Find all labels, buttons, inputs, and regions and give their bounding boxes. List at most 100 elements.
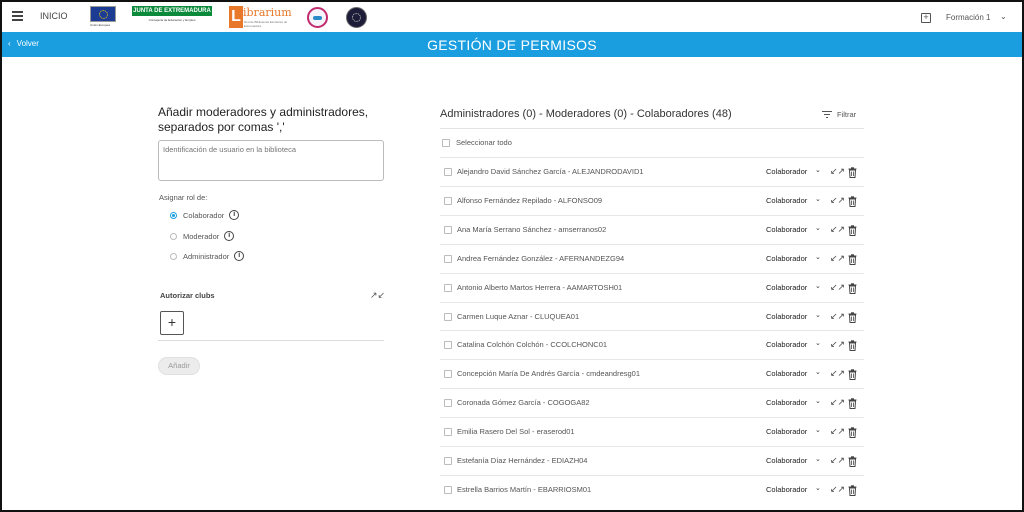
expand-icon[interactable]: ↙↗	[830, 484, 845, 495]
chevron-down-icon[interactable]: ⌄	[815, 339, 821, 347]
user-id-input[interactable]	[158, 140, 384, 181]
trash-icon[interactable]	[848, 425, 857, 439]
trash-icon[interactable]	[848, 310, 857, 323]
member-row: Andrea Fernández González - AFERNANDEZG9…	[440, 243, 864, 273]
member-role-select[interactable]: Colaborador	[766, 254, 807, 263]
member-role-select[interactable]: Colaborador	[766, 225, 807, 234]
trash-icon[interactable]	[848, 454, 857, 467]
member-checkbox[interactable]	[444, 283, 452, 292]
radio-colaborador[interactable]	[170, 211, 177, 219]
member-row: Ana María Serrano Sánchez - amserranos02…	[440, 214, 864, 244]
chevron-down-icon[interactable]: ⌄	[815, 426, 821, 434]
role-option-colaborador[interactable]: Colaborador i	[170, 210, 240, 220]
chevron-down-icon[interactable]: ⌄	[815, 397, 821, 405]
junta-extremadura-logo: JUNTA DE EXTREMADURA Consejería de Educa…	[132, 6, 212, 28]
trash-icon[interactable]	[848, 367, 857, 381]
trash-icon[interactable]	[848, 396, 857, 410]
member-row: Catalina Colchón Colchón - CCOLCHONC01 Co…	[440, 330, 864, 359]
member-name: Estefanía Díaz Hernández - EDIAZH04	[457, 456, 588, 465]
member-row: Alfonso Fernández Repilado - ALFONSO09 Co…	[440, 185, 864, 215]
role-label: Moderador	[183, 231, 220, 241]
member-checkbox[interactable]	[444, 457, 452, 465]
chevron-down-icon[interactable]: ⌄	[815, 253, 821, 261]
chevron-down-icon[interactable]: ⌄	[1000, 12, 1007, 21]
add-club-button[interactable]: +	[160, 311, 184, 335]
nav-inicio-link[interactable]: INICIO	[40, 11, 68, 21]
radio-moderador[interactable]	[170, 232, 177, 240]
member-checkbox[interactable]	[444, 312, 452, 321]
expand-icon[interactable]: ↙↗	[830, 426, 845, 437]
member-role-select[interactable]: Colaborador	[766, 283, 807, 292]
account-name[interactable]: Formación 1	[946, 13, 990, 22]
member-name: Ana María Serrano Sánchez - amserranos02	[457, 224, 607, 234]
trash-icon[interactable]	[848, 194, 857, 207]
member-checkbox[interactable]	[444, 341, 452, 350]
expand-icon[interactable]: ↙↗	[830, 282, 845, 293]
chevron-down-icon[interactable]: ⌄	[815, 484, 821, 492]
member-checkbox[interactable]	[444, 428, 452, 437]
info-icon[interactable]: i	[234, 251, 245, 261]
member-role-select[interactable]: Colaborador	[766, 312, 807, 321]
hamburger-icon[interactable]	[12, 11, 23, 21]
member-role-select[interactable]: Colaborador	[766, 167, 807, 176]
plus-square-icon[interactable]: +	[921, 13, 931, 23]
member-role-select[interactable]: Colaborador	[766, 398, 807, 407]
assign-role-label: Asignar rol de:	[159, 193, 208, 202]
member-checkbox[interactable]	[444, 370, 452, 379]
expand-icon[interactable]: ↙↗	[830, 224, 845, 235]
trash-icon[interactable]	[848, 165, 857, 178]
member-row: Estrella Barrios Martín - EBARRIOSM01 Col…	[440, 474, 864, 504]
chevron-down-icon[interactable]: ⌄	[815, 195, 821, 203]
role-option-administrador[interactable]: Administrador i	[170, 251, 245, 261]
expand-icon[interactable]: ↙↗	[830, 368, 845, 379]
member-checkbox[interactable]	[444, 225, 452, 234]
member-role-select[interactable]: Colaborador	[766, 340, 807, 349]
member-name: Andrea Fernández González - AFERNANDEZG9…	[457, 253, 625, 263]
trash-icon[interactable]	[848, 281, 857, 294]
member-role-select[interactable]: Colaborador	[766, 427, 807, 436]
member-role-select[interactable]: Colaborador	[766, 196, 807, 205]
top-navigation: INICIO Unión Europea JUNTA DE EXTREMADUR…	[2, 2, 1022, 32]
chevron-down-icon[interactable]: ⌄	[815, 311, 821, 319]
member-name: Concepción María De Andrés García - cmde…	[457, 369, 641, 379]
trash-icon[interactable]	[848, 252, 857, 265]
select-all-checkbox[interactable]	[442, 138, 450, 147]
filter-button[interactable]: Filtrar	[822, 110, 856, 119]
librarium-logo-tagline: Red de Bibliotecas Escolares de Extremad…	[244, 20, 288, 28]
expand-icon[interactable]: ↙↗	[830, 339, 845, 350]
member-checkbox[interactable]	[444, 485, 452, 494]
member-role-select[interactable]: Colaborador	[766, 369, 807, 378]
chevron-down-icon[interactable]: ⌄	[815, 455, 821, 463]
member-checkbox[interactable]	[444, 168, 452, 176]
expand-icon[interactable]: ↙↗	[830, 195, 845, 206]
role-label: Colaborador	[183, 210, 225, 220]
info-icon[interactable]: i	[229, 210, 240, 220]
expand-icon[interactable]: ↙↗	[830, 455, 845, 466]
member-checkbox[interactable]	[444, 196, 452, 205]
member-checkbox[interactable]	[444, 399, 452, 408]
page-header-band: ‹ Volver GESTIÓN DE PERMISOS	[2, 32, 1022, 57]
role-option-moderador[interactable]: Moderador i	[170, 231, 235, 241]
expand-icon[interactable]: ↙↗	[830, 166, 845, 177]
select-all[interactable]: Seleccionar todo	[442, 138, 512, 147]
member-role-select[interactable]: Colaborador	[766, 485, 807, 494]
chevron-down-icon[interactable]: ⌄	[815, 166, 821, 174]
trash-icon[interactable]	[848, 483, 857, 496]
member-row: Carmen Luque Aznar - CLUQUEA01 Colaborado…	[440, 301, 864, 331]
radio-administrador[interactable]	[170, 252, 177, 260]
junta-logo-text: JUNTA DE EXTREMADURA	[132, 6, 212, 16]
chevron-down-icon[interactable]: ⌄	[815, 224, 821, 232]
expand-icon[interactable]: ↙↗	[830, 311, 845, 322]
trash-icon[interactable]	[848, 223, 857, 236]
info-icon[interactable]: i	[224, 231, 235, 241]
trash-icon[interactable]	[848, 338, 857, 352]
member-role-select[interactable]: Colaborador	[766, 456, 807, 465]
collapse-icon[interactable]: ↗↙	[370, 290, 385, 301]
chevron-down-icon[interactable]: ⌄	[815, 282, 821, 290]
expand-icon[interactable]: ↙↗	[830, 397, 845, 408]
filter-icon	[822, 110, 832, 119]
chevron-down-icon[interactable]: ⌄	[815, 368, 821, 376]
member-checkbox[interactable]	[444, 254, 452, 263]
add-button[interactable]: Añadir	[158, 357, 200, 375]
expand-icon[interactable]: ↙↗	[830, 253, 845, 264]
